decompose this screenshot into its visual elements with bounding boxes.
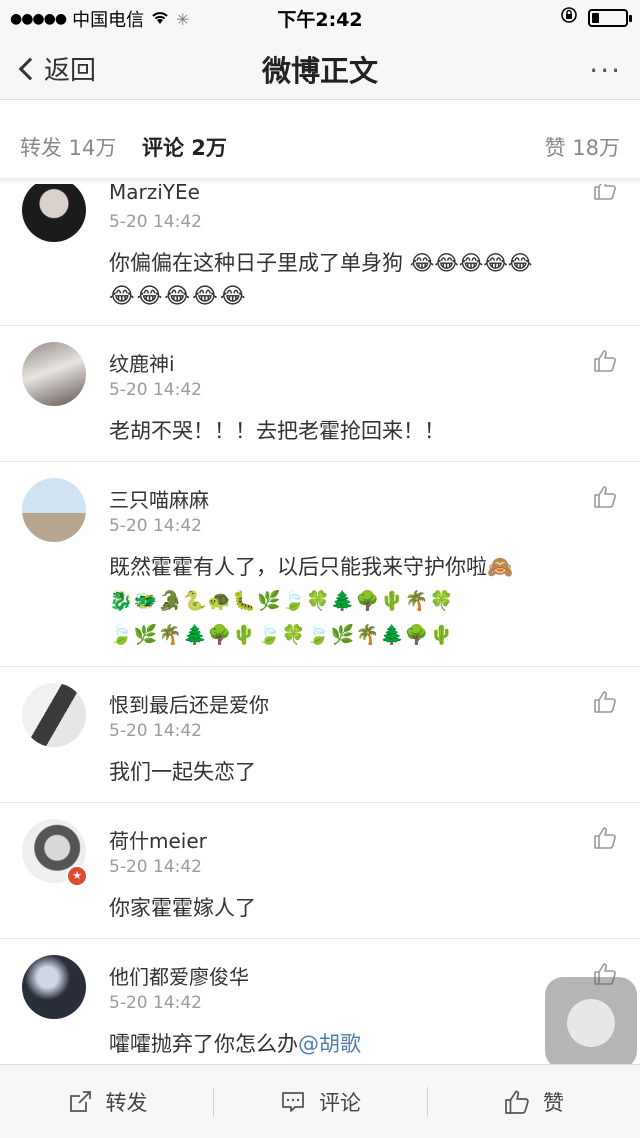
comment-username[interactable]: 恨到最后还是爱你: [109, 689, 269, 718]
thumbs-up-icon[interactable]: [592, 348, 618, 374]
verified-badge-icon: ★: [66, 865, 88, 887]
comment-username[interactable]: 纹鹿神i: [109, 348, 175, 377]
comment-username[interactable]: 三只喵麻麻: [109, 484, 209, 513]
thumbs-up-icon: [505, 1090, 529, 1114]
avatar[interactable]: [22, 342, 86, 406]
status-time: 下午2:42: [277, 9, 363, 31]
comment-list[interactable]: MarziYEe 5-20 14:42 你偏偏在这种日子里成了单身狗 😂😂😂😂😂…: [0, 176, 640, 1064]
comment-text: 老胡不哭！！！去把老霍抢回来！！: [109, 419, 445, 443]
comment-label: 评论: [319, 1091, 361, 1115]
avatar[interactable]: [22, 478, 86, 542]
comment-time: 5-20 14:42: [109, 721, 202, 741]
thumbs-up-icon[interactable]: [592, 825, 618, 851]
comment-button[interactable]: 评论: [213, 1065, 427, 1138]
page-title: 微博正文: [261, 54, 378, 88]
rotation-lock-icon: [560, 6, 578, 29]
comment-username[interactable]: 荷什meier: [109, 825, 207, 854]
comment-icon: [282, 1092, 304, 1112]
comment-time: 5-20 14:42: [109, 212, 202, 232]
avatar-image: [22, 478, 86, 542]
thumbs-up-icon[interactable]: [592, 689, 618, 715]
tab-repost[interactable]: 转发 14万: [20, 132, 116, 162]
like-button[interactable]: 赞: [427, 1065, 640, 1138]
comment-item: ★ 荷什meier 5-20 14:42 你家霍霍嫁人了: [0, 803, 640, 939]
comment-time: 5-20 14:42: [109, 516, 202, 536]
nature-emoji-row: 🍃🌿🌴🌲🌳🌵🍃🍀🍃🌿🌴🌲🌳🌵: [109, 624, 455, 646]
comment-text: 既然霍霍有人了，以后只能我来守护你啦🙈: [109, 555, 514, 579]
comment-text: 我们一起失恋了: [109, 760, 256, 784]
repost-icon: [69, 1091, 91, 1112]
laughing-emoji-row: 😂😂😂😂😂: [409, 251, 533, 275]
avatar[interactable]: [22, 178, 86, 242]
avatar[interactable]: [22, 683, 86, 747]
comment-time: 5-20 14:42: [109, 993, 202, 1013]
comment-time: 5-20 14:42: [109, 857, 202, 877]
navigation-bar: 返回 微博正文 ···: [0, 34, 640, 100]
comment-text-content: 嚯嚯抛弃了你怎么办: [109, 1032, 298, 1056]
comment-text: 你家霍霍嫁人了: [109, 896, 256, 920]
more-options-icon[interactable]: ···: [589, 54, 622, 87]
mention-link[interactable]: @胡歌: [298, 1032, 361, 1056]
status-right: [560, 6, 632, 29]
comment-text: 嚯嚯抛弃了你怎么办@胡歌: [109, 1027, 579, 1061]
status-bar: ●●●●● 中国电信 ✳ 下午2:42: [0, 0, 640, 34]
comment-time: 5-20 14:42: [109, 380, 202, 400]
assistive-touch-button[interactable]: [545, 977, 637, 1069]
assistive-touch-icon: [567, 999, 615, 1047]
nature-emoji-row: 🐉🐲🐊🐍🐢🐛🌿🍃🍀🌲🌳🌵🌴🍀: [109, 590, 455, 612]
comment-item: 他们都爱廖俊华 5-20 14:42 嚯嚯抛弃了你怎么办@胡歌: [0, 939, 640, 1064]
tab-bar: 转发 14万 评论 2万 赞 18万: [0, 112, 640, 178]
avatar-image: [22, 178, 86, 242]
tab-like[interactable]: 赞 18万: [545, 132, 620, 162]
comment-username[interactable]: 他们都爱廖俊华: [109, 961, 249, 990]
tab-bar-shadow: [0, 178, 640, 184]
comment-item: MarziYEe 5-20 14:42 你偏偏在这种日子里成了单身狗 😂😂😂😂😂…: [0, 176, 640, 326]
battery-icon: [588, 8, 632, 27]
tab-comment[interactable]: 评论 2万: [142, 132, 227, 162]
comment-text: 你偏偏在这种日子里成了单身狗 😂😂😂😂😂: [109, 246, 579, 280]
laughing-emoji-row: 😂😂😂😂😂: [109, 284, 248, 309]
comment-text-content: 你偏偏在这种日子里成了单身狗: [109, 251, 403, 275]
bottom-action-bar: 转发 评论 赞: [0, 1064, 640, 1138]
avatar-image: [22, 342, 86, 406]
comment-item: 三只喵麻麻 5-20 14:42 既然霍霍有人了，以后只能我来守护你啦🙈 🐉🐲🐊…: [0, 462, 640, 667]
comment-item: 纹鹿神i 5-20 14:42 老胡不哭！！！去把老霍抢回来！！: [0, 326, 640, 462]
battery-level: [592, 12, 599, 23]
avatar-image: [22, 683, 86, 747]
repost-button[interactable]: 转发: [0, 1065, 213, 1138]
repost-label: 转发: [105, 1091, 148, 1115]
like-label: 赞: [543, 1091, 564, 1115]
avatar[interactable]: [22, 955, 86, 1019]
comment-item: 恨到最后还是爱你 5-20 14:42 我们一起失恋了: [0, 667, 640, 803]
avatar-image: [22, 955, 86, 1019]
thumbs-up-icon[interactable]: [592, 484, 618, 510]
